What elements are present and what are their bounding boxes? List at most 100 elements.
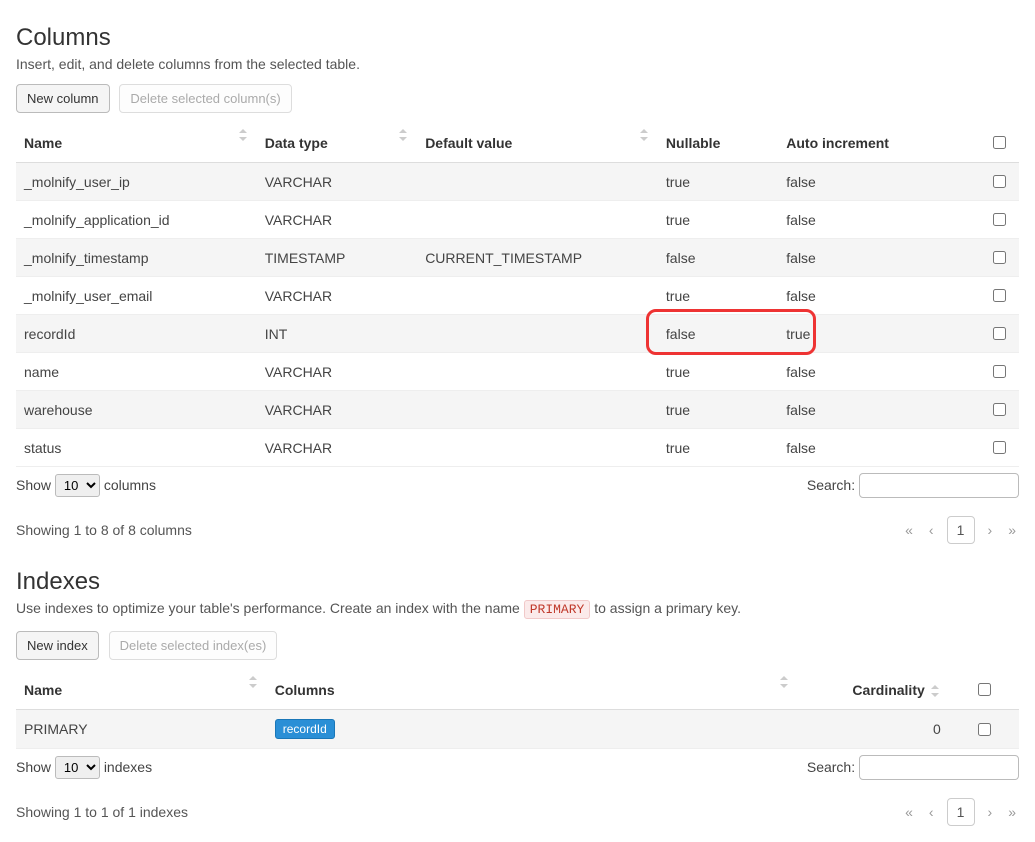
indexes-section: Indexes Use indexes to optimize your tab…: [16, 568, 1019, 826]
table-row[interactable]: warehouseVARCHARtruefalse: [16, 391, 1019, 429]
col-header-datatype[interactable]: Data type: [257, 123, 417, 163]
cell-name: _molnify_user_ip: [16, 163, 257, 201]
indexes-subtitle-prefix: Use indexes to optimize your table's per…: [16, 600, 524, 616]
cell-name: _molnify_user_email: [16, 277, 257, 315]
cell-name: status: [16, 429, 257, 467]
table-row[interactable]: _molnify_user_emailVARCHARtruefalse: [16, 277, 1019, 315]
indexes-info-text: Showing 1 to 1 of 1 indexes: [16, 804, 188, 820]
cell-nullable: false: [658, 239, 778, 277]
table-row[interactable]: _molnify_timestampTIMESTAMPCURRENT_TIMES…: [16, 239, 1019, 277]
idx-header-name[interactable]: Name: [16, 670, 267, 710]
columns-subtitle: Insert, edit, and delete columns from th…: [16, 56, 1019, 72]
indexes-search-input[interactable]: [859, 755, 1019, 780]
cell-nullable: false: [658, 315, 778, 353]
columns-show-select[interactable]: 10: [55, 474, 100, 497]
col-header-default[interactable]: Default value: [417, 123, 658, 163]
cell-name: _molnify_timestamp: [16, 239, 257, 277]
delete-indexes-button[interactable]: Delete selected index(es): [109, 631, 278, 660]
cell-nullable: true: [658, 429, 778, 467]
pager-next[interactable]: ›: [985, 804, 996, 820]
columns-section: Columns Insert, edit, and delete columns…: [16, 24, 1019, 544]
table-row[interactable]: _molnify_application_idVARCHARtruefalse: [16, 201, 1019, 239]
indexes-show-control: Show 10 indexes: [16, 756, 152, 779]
idx-header-columns[interactable]: Columns: [267, 670, 799, 710]
show-suffix: indexes: [104, 759, 152, 775]
indexes-show-select[interactable]: 10: [55, 756, 100, 779]
row-checkbox[interactable]: [993, 327, 1006, 340]
columns-search-input[interactable]: [859, 473, 1019, 498]
row-checkbox[interactable]: [993, 365, 1006, 378]
cell-autoinc: false: [778, 353, 979, 391]
cell-default: [417, 201, 658, 239]
cell-datatype: TIMESTAMP: [257, 239, 417, 277]
pager-first[interactable]: «: [902, 804, 916, 820]
cell-name: recordId: [16, 315, 257, 353]
pager-last[interactable]: »: [1005, 522, 1019, 538]
table-row[interactable]: _molnify_user_ipVARCHARtruefalse: [16, 163, 1019, 201]
cell-default: [417, 429, 658, 467]
row-checkbox[interactable]: [993, 251, 1006, 264]
indexes-search-control: Search:: [807, 755, 1019, 780]
table-row[interactable]: PRIMARYrecordId0: [16, 710, 1019, 749]
show-label: Show: [16, 759, 51, 775]
cell-columns: recordId: [267, 710, 799, 749]
table-row[interactable]: recordIdINTfalsetrue: [16, 315, 1019, 353]
columns-pager: « ‹ 1 › »: [902, 516, 1019, 544]
columns-info-text: Showing 1 to 8 of 8 columns: [16, 522, 192, 538]
cell-datatype: INT: [257, 315, 417, 353]
pager-page-1[interactable]: 1: [947, 516, 975, 544]
col-header-autoinc[interactable]: Auto increment: [778, 123, 979, 163]
col-header-nullable[interactable]: Nullable: [658, 123, 778, 163]
select-all-columns-checkbox[interactable]: [993, 136, 1006, 149]
pager-last[interactable]: »: [1005, 804, 1019, 820]
row-checkbox[interactable]: [993, 441, 1006, 454]
row-checkbox[interactable]: [993, 289, 1006, 302]
select-all-indexes-checkbox[interactable]: [978, 683, 991, 696]
cell-datatype: VARCHAR: [257, 277, 417, 315]
columns-show-control: Show 10 columns: [16, 474, 156, 497]
indexes-subtitle: Use indexes to optimize your table's per…: [16, 600, 1019, 619]
pager-prev[interactable]: ‹: [926, 522, 937, 538]
pager-next[interactable]: ›: [985, 522, 996, 538]
cell-name: PRIMARY: [16, 710, 267, 749]
idx-header-select-all[interactable]: [949, 670, 1019, 710]
pager-prev[interactable]: ‹: [926, 804, 937, 820]
col-header-select-all[interactable]: [979, 123, 1019, 163]
primary-tag: PRIMARY: [524, 600, 591, 619]
row-checkbox[interactable]: [993, 403, 1006, 416]
columns-search-control: Search:: [807, 473, 1019, 498]
new-index-button[interactable]: New index: [16, 631, 99, 660]
cell-nullable: true: [658, 391, 778, 429]
cell-autoinc: false: [778, 391, 979, 429]
row-checkbox[interactable]: [993, 175, 1006, 188]
delete-columns-button[interactable]: Delete selected column(s): [119, 84, 291, 113]
pager-page-1[interactable]: 1: [947, 798, 975, 826]
cell-default: CURRENT_TIMESTAMP: [417, 239, 658, 277]
columns-table: Name Data type Default value Nullable Au…: [16, 123, 1019, 467]
cell-datatype: VARCHAR: [257, 201, 417, 239]
search-label: Search:: [807, 477, 855, 493]
indexes-table: Name Columns Cardinality PRIMARY recordId…: [16, 670, 1019, 749]
pager-first[interactable]: «: [902, 522, 916, 538]
columns-title: Columns: [16, 24, 1019, 52]
row-checkbox[interactable]: [993, 213, 1006, 226]
cell-default: [417, 315, 658, 353]
cell-default: [417, 277, 658, 315]
indexes-title: Indexes: [16, 568, 1019, 596]
cell-name: _molnify_application_id: [16, 201, 257, 239]
cell-autoinc: false: [778, 163, 979, 201]
cell-name: name: [16, 353, 257, 391]
new-column-button[interactable]: New column: [16, 84, 110, 113]
col-header-name[interactable]: Name: [16, 123, 257, 163]
cell-default: [417, 391, 658, 429]
column-pill: recordId: [275, 719, 335, 739]
cell-nullable: true: [658, 163, 778, 201]
idx-header-cardinality[interactable]: Cardinality: [798, 670, 948, 710]
cell-autoinc: false: [778, 239, 979, 277]
table-row[interactable]: statusVARCHARtruefalse: [16, 429, 1019, 467]
cell-autoinc: false: [778, 429, 979, 467]
table-row[interactable]: nameVARCHARtruefalse: [16, 353, 1019, 391]
cell-datatype: VARCHAR: [257, 391, 417, 429]
indexes-pager: « ‹ 1 › »: [902, 798, 1019, 826]
row-checkbox[interactable]: [978, 723, 991, 736]
